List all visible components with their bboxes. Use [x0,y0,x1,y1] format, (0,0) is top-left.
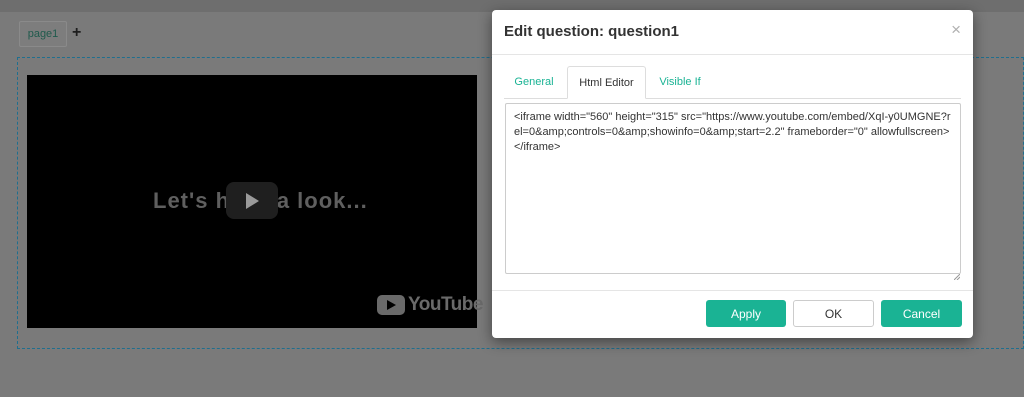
apply-button[interactable]: Apply [706,300,786,327]
tab-html-editor[interactable]: Html Editor [567,66,646,99]
youtube-logo[interactable]: YouTube [377,294,483,316]
add-page-icon[interactable]: + [72,24,81,42]
ok-button[interactable]: OK [793,300,874,327]
youtube-wordmark: YouTube [408,294,483,315]
html-editor-textarea[interactable]: <iframe width="560" height="315" src="ht… [505,103,961,274]
modal-footer-divider [492,290,973,291]
cancel-button[interactable]: Cancel [881,300,962,327]
edit-question-modal: Edit question: question1 × General Html … [492,10,973,338]
page-tab-page1[interactable]: page1 [19,21,67,47]
close-icon[interactable]: × [951,20,961,40]
resize-grip-icon[interactable] [953,267,961,281]
play-icon[interactable] [226,182,278,219]
video-embed[interactable]: Let's have a look... YouTube [27,75,483,328]
modal-tabs: General Html Editor Visible If [504,66,961,99]
youtube-mark-icon [377,295,405,315]
tab-general[interactable]: General [504,66,564,98]
modal-header: Edit question: question1 × [492,10,973,55]
tab-visible-if[interactable]: Visible If [650,66,710,98]
modal-title: Edit question: question1 [504,23,679,40]
